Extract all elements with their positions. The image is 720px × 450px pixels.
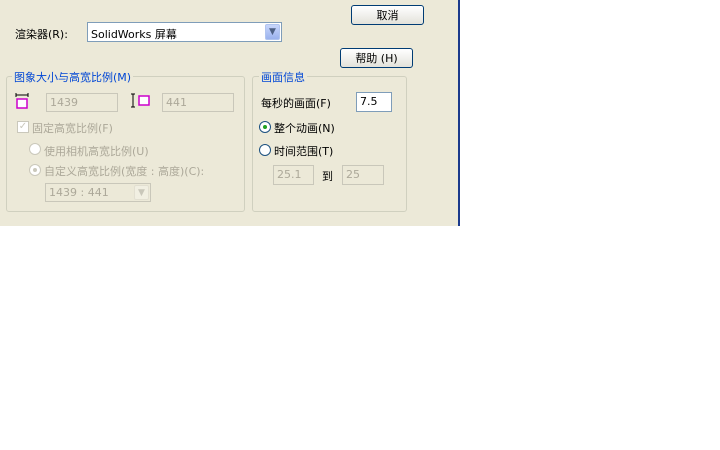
cancel-button[interactable]: 取消 [351,5,424,25]
time-range-radio[interactable] [259,144,271,156]
renderer-select-value: SolidWorks 屏幕 [91,28,177,41]
width-ratio-icon [15,93,29,109]
use-camera-ratio-radio[interactable] [29,143,41,155]
time-to-field[interactable]: 25 [342,165,384,185]
renderer-label: 渲染器(R): [15,28,68,41]
fps-input[interactable]: 7.5 [356,92,392,112]
entire-animation-radio[interactable] [259,121,271,133]
custom-ratio-select[interactable]: 1439 : 441 ▼ [45,183,151,202]
image-width-field[interactable]: 1439 [46,93,118,112]
to-label: 到 [322,170,333,183]
time-from-field[interactable]: 25.1 [273,165,314,185]
frame-info-group-title: 画面信息 [259,69,307,85]
time-range-label: 时间范围(T) [274,145,334,158]
custom-ratio-radio[interactable] [29,164,41,176]
fps-label: 每秒的画面(F) [261,97,331,110]
entire-animation-label: 整个动画(N) [274,122,335,135]
renderer-select[interactable]: SolidWorks 屏幕 ▼ [87,22,282,42]
chevron-down-icon: ▼ [265,24,280,40]
use-camera-ratio-label: 使用相机高宽比例(U) [44,145,149,158]
image-size-group-title: 图象大小与高宽比例(M) [12,69,134,85]
fixed-ratio-checkbox[interactable]: ✓ [17,121,29,133]
image-height-field[interactable]: 441 [162,93,234,112]
custom-ratio-label: 自定义高宽比例(宽度 : 高度)(C): [44,165,205,178]
custom-ratio-value: 1439 : 441 [49,186,109,199]
window-border [458,0,460,226]
height-ratio-icon [131,93,151,109]
chevron-down-icon: ▼ [134,185,149,200]
output-options-dialog: 取消 帮助 (H) 渲染器(R): SolidWorks 屏幕 ▼ 图象大小与高… [0,0,458,226]
help-button[interactable]: 帮助 (H) [340,48,413,68]
fixed-ratio-label: 固定高宽比例(F) [32,122,113,135]
